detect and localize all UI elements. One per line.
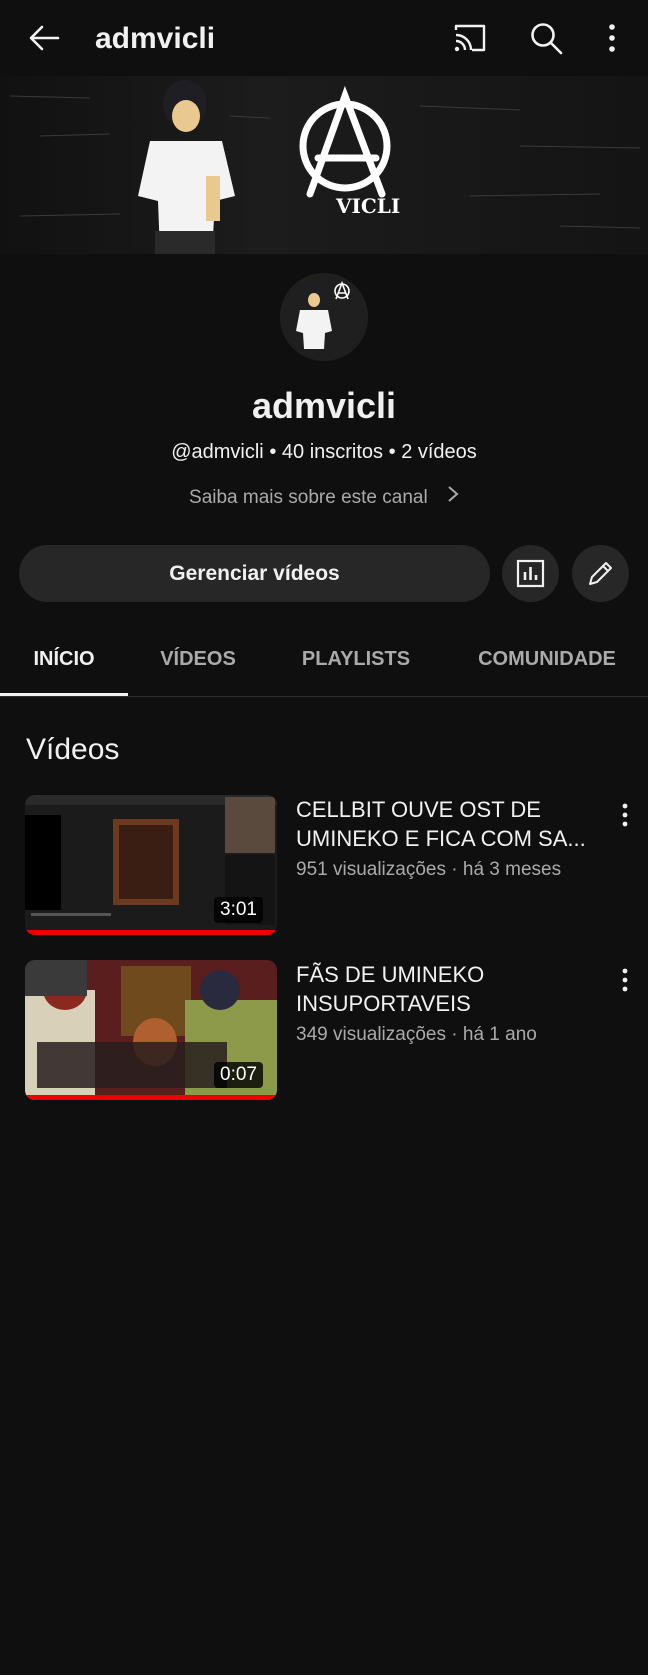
banner-logo-text: VICLI xyxy=(335,194,400,218)
chevron-right-icon xyxy=(448,486,459,502)
upload-age: há 1 ano xyxy=(462,1024,537,1045)
video-thumbnail[interactable]: 3:01 xyxy=(25,795,277,935)
more-vertical-icon[interactable] xyxy=(600,20,624,56)
channel-name: admvicli xyxy=(251,385,397,426)
active-tab-indicator xyxy=(0,693,128,696)
about-label: Saiba mais sobre este canal xyxy=(189,487,428,508)
video-duration: 0:07 xyxy=(214,1062,263,1088)
cast-icon[interactable] xyxy=(452,22,488,54)
separator: • xyxy=(388,441,396,463)
video-title[interactable]: CELLBIT OUVE OST DE UMINEKO E FICA COM S… xyxy=(296,795,596,853)
avatar-image xyxy=(280,273,368,361)
watch-progress-bar xyxy=(25,1095,277,1100)
separator: · xyxy=(451,859,458,880)
separator: · xyxy=(451,1024,458,1045)
tab-videos[interactable]: VÍDEOS xyxy=(138,630,258,696)
channel-meta: @admvicli • 40 inscritos • 2 vídeos xyxy=(0,437,648,467)
video-item[interactable]: 0:07 FÃS DE UMINEKO INSUPORTAVEIS 349 vi… xyxy=(0,960,648,1100)
video-meta: 951 visualizações · há 3 meses xyxy=(296,857,561,883)
video-thumbnail[interactable]: 0:07 xyxy=(25,960,277,1100)
watch-progress-bar xyxy=(25,930,277,935)
tab-comunidade[interactable]: COMUNIDADE xyxy=(462,630,632,696)
more-vertical-icon[interactable] xyxy=(617,801,633,829)
more-vertical-icon[interactable] xyxy=(617,966,633,994)
subscriber-count: 40 inscritos xyxy=(281,441,384,463)
analytics-button[interactable] xyxy=(502,545,559,602)
channel-handle: @admvicli xyxy=(171,441,264,463)
view-count: 951 visualizações xyxy=(296,859,446,880)
channel-tabs: INÍCIO VÍDEOS PLAYLISTS COMUNIDADE xyxy=(0,630,648,697)
arrow-left-icon[interactable] xyxy=(26,20,62,56)
analytics-icon xyxy=(516,559,545,588)
tab-playlists[interactable]: PLAYLISTS xyxy=(284,630,428,696)
view-count: 349 visualizações xyxy=(296,1024,446,1045)
video-count: 2 vídeos xyxy=(401,441,477,463)
top-app-bar: admvicli xyxy=(0,0,648,76)
edit-channel-button[interactable] xyxy=(572,545,629,602)
channel-banner: VICLI xyxy=(0,76,648,254)
tab-inicio[interactable]: INÍCIO xyxy=(0,630,128,696)
channel-title: admvicli xyxy=(95,22,216,55)
manage-videos-button[interactable]: Gerenciar vídeos xyxy=(19,545,490,602)
section-title: Vídeos xyxy=(26,733,120,766)
pencil-icon xyxy=(589,562,612,585)
video-title[interactable]: FÃS DE UMINEKO INSUPORTAVEIS xyxy=(296,960,596,1018)
about-channel-link[interactable]: Saiba mais sobre este canal xyxy=(0,483,648,513)
search-icon[interactable] xyxy=(528,20,564,56)
video-meta: 349 visualizações · há 1 ano xyxy=(296,1022,537,1048)
separator: • xyxy=(269,441,277,463)
upload-age: há 3 meses xyxy=(462,859,562,880)
video-item[interactable]: 3:01 CELLBIT OUVE OST DE UMINEKO E FICA … xyxy=(0,795,648,935)
banner-artwork: VICLI xyxy=(9,80,641,254)
video-duration: 3:01 xyxy=(214,897,263,923)
channel-avatar[interactable] xyxy=(280,273,368,361)
